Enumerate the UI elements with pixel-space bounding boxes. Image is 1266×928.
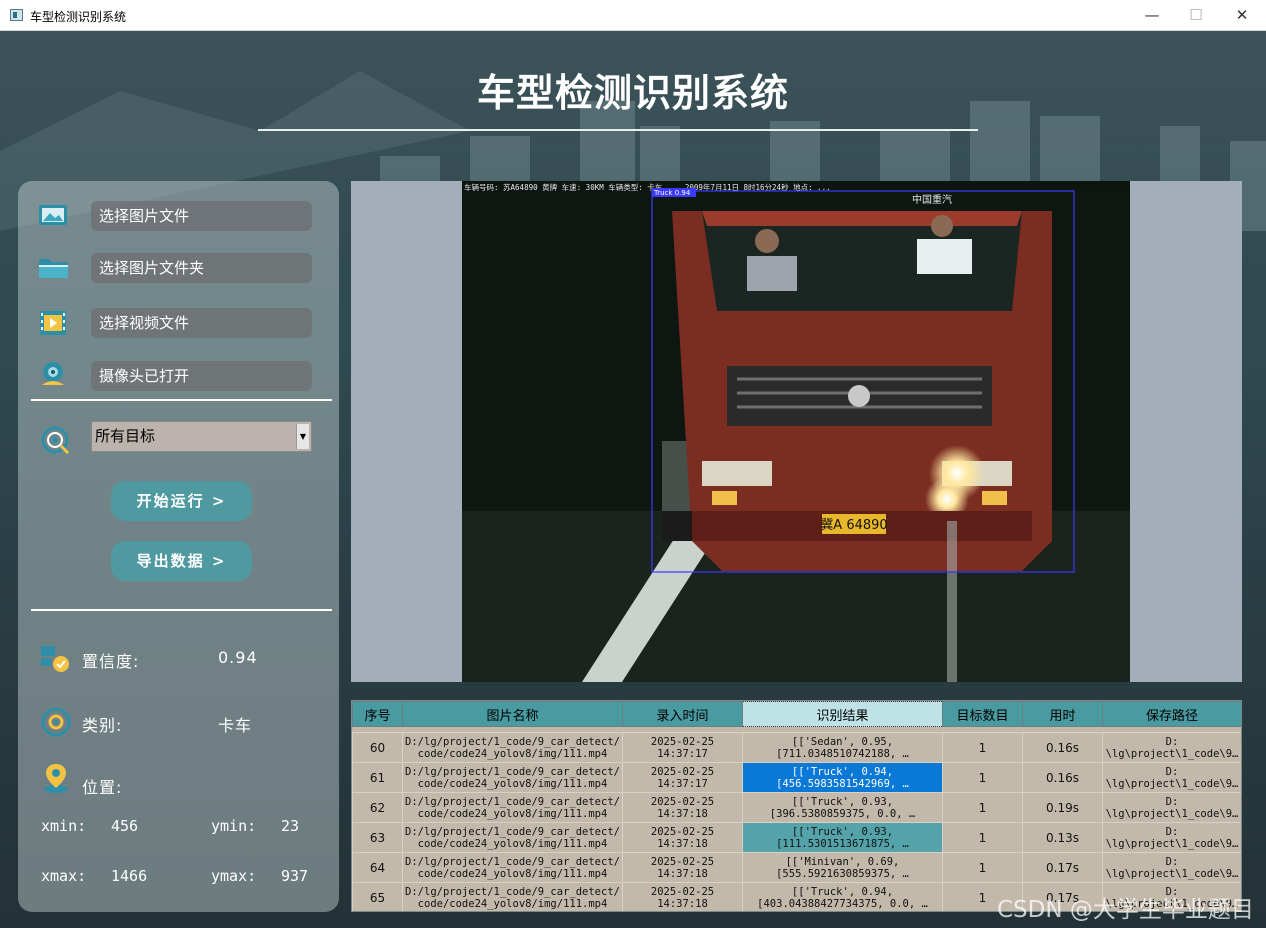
select-folder-button[interactable]: 选择图片文件夹 — [91, 253, 312, 283]
row-save-path: D: \lg\project\1_code\9… — [1102, 792, 1241, 823]
table-row[interactable]: 60 D:/lg/project/1_code/9_car_detect/cod… — [352, 732, 1241, 763]
truck-photo: 冀A 64890 中国重汽 车辆号码: 苏A64890 黄牌 车速: 30KM … — [462, 181, 1130, 682]
row-time: 2025-02-25 14:37:18 — [622, 792, 743, 823]
row-save-path: D: \lg\project\1_code\9… — [1102, 822, 1241, 853]
row-duration: 0.16s — [1022, 762, 1103, 793]
row-time: 2025-02-25 14:37:18 — [622, 822, 743, 853]
col-header-name[interactable]: 图片名称 — [402, 701, 623, 727]
row-image-name: D:/lg/project/1_code/9_car_detect/code/c… — [402, 822, 623, 853]
row-save-path: D: \lg\project\1_code\9… — [1102, 732, 1241, 763]
xmin-value: 456 — [111, 817, 139, 835]
col-header-id[interactable]: 序号 — [352, 701, 403, 727]
table-row[interactable]: 63 D:/lg/project/1_code/9_car_detect/cod… — [352, 822, 1241, 853]
row-duration: 0.16s — [1022, 732, 1103, 763]
row-id: 62 — [352, 792, 403, 823]
license-plate: 冀A 64890 — [820, 517, 887, 533]
row-image-name: D:/lg/project/1_code/9_car_detect/code/c… — [402, 792, 623, 823]
row-count: 1 — [942, 762, 1023, 793]
window-titlebar: 车型检测识别系统 — ☐ ✕ — [0, 0, 1266, 31]
row-image-name: D:/lg/project/1_code/9_car_detect/code/c… — [402, 762, 623, 793]
row-time: 2025-02-25 14:37:17 — [622, 762, 743, 793]
confidence-value: 0.94 — [218, 648, 258, 667]
row-count: 1 — [942, 822, 1023, 853]
xmin-label: xmin: — [41, 817, 87, 835]
folder-icon — [39, 259, 68, 278]
row-image-name: D:/lg/project/1_code/9_car_detect/code/c… — [402, 732, 623, 763]
select-video-button[interactable]: 选择视频文件 — [91, 308, 312, 338]
row-image-name: D:/lg/project/1_code/9_car_detect/code/c… — [402, 882, 623, 911]
video-file-icon — [40, 311, 66, 335]
row-duration: 0.19s — [1022, 792, 1103, 823]
target-icon — [41, 426, 70, 455]
col-header-result[interactable]: 识别结果 — [742, 701, 943, 727]
row-save-path: D: \lg\project\1_code\9… — [1102, 852, 1241, 883]
row-count: 1 — [942, 732, 1023, 763]
xmax-label: xmax: — [41, 867, 87, 885]
watermark-text: CSDN @大学生毕业题目 — [997, 897, 1254, 923]
panel-divider-bottom — [31, 609, 332, 611]
row-result[interactable]: [['Truck', 0.93, [396.5380859375, 0.0, … — [742, 792, 943, 823]
export-data-button[interactable]: 导出数据 > — [111, 541, 252, 581]
row-result[interactable]: [['Truck', 0.93, [111.5301513671875, … — [742, 822, 943, 853]
row-count: 1 — [942, 792, 1023, 823]
minimize-button[interactable]: — — [1129, 0, 1175, 31]
camera-icon — [42, 362, 64, 385]
xmax-value: 1466 — [111, 867, 148, 885]
position-label: 位置: — [82, 778, 123, 797]
panel-divider-top — [31, 399, 332, 401]
table-row[interactable]: 62 D:/lg/project/1_code/9_car_detect/cod… — [352, 792, 1241, 823]
row-count: 1 — [942, 852, 1023, 883]
row-id: 64 — [352, 852, 403, 883]
table-row[interactable]: 61 D:/lg/project/1_code/9_car_detect/cod… — [352, 762, 1241, 793]
row-time: 2025-02-25 14:37:18 — [622, 852, 743, 883]
row-result[interactable]: [['Sedan', 0.95, [711.0348510742188, … — [742, 732, 943, 763]
image-viewer: 冀A 64890 中国重汽 车辆号码: 苏A64890 黄牌 车速: 30KM … — [351, 181, 1242, 682]
ymax-label: ymax: — [211, 867, 257, 885]
chevron-down-icon[interactable]: ▼ — [296, 424, 309, 449]
class-value: 卡车 — [218, 716, 253, 735]
results-table[interactable]: 序号 图片名称 录入时间 识别结果 目标数目 用时 保存路径 60 D:/lg/… — [351, 700, 1242, 912]
confidence-icon — [41, 646, 69, 672]
select-image-button[interactable]: 选择图片文件 — [91, 201, 312, 231]
close-button[interactable]: ✕ — [1219, 0, 1265, 31]
col-header-count[interactable]: 目标数目 — [942, 701, 1023, 727]
row-result[interactable]: [['Minivan', 0.69, [555.5921630859375, … — [742, 852, 943, 883]
page-title: 车型检测识别系统 — [476, 71, 789, 115]
col-header-save-path[interactable]: 保存路径 — [1102, 701, 1241, 727]
confidence-label: 置信度: — [82, 652, 140, 671]
row-save-path: D: \lg\project\1_code\9… — [1102, 762, 1241, 793]
row-duration: 0.13s — [1022, 822, 1103, 853]
image-file-icon — [39, 205, 67, 225]
detection-label: Truck 0.94 — [653, 189, 691, 197]
row-result[interactable]: [['Truck', 0.94, [403.04388427734375, 0.0… — [742, 882, 943, 911]
class-label: 类别: — [82, 716, 123, 735]
detection-image: 冀A 64890 中国重汽 车辆号码: 苏A64890 黄牌 车速: 30KM … — [462, 181, 1130, 682]
window-title: 车型检测识别系统 — [30, 10, 127, 24]
camera-toggle-button[interactable]: 摄像头已打开 — [91, 361, 312, 391]
row-id: 60 — [352, 732, 403, 763]
row-id: 63 — [352, 822, 403, 853]
location-pin-icon — [44, 764, 68, 793]
row-id: 65 — [352, 882, 403, 911]
row-duration: 0.17s — [1022, 852, 1103, 883]
app-icon — [10, 9, 23, 21]
target-select-value: 所有目标 — [95, 427, 156, 445]
row-result[interactable]: [['Truck', 0.94, [456.5983581542969, … — [742, 762, 943, 793]
row-time: 2025-02-25 14:37:17 — [622, 732, 743, 763]
row-id: 61 — [352, 762, 403, 793]
start-run-button[interactable]: 开始运行 > — [111, 481, 252, 521]
col-header-duration[interactable]: 用时 — [1022, 701, 1103, 727]
table-row[interactable]: 64 D:/lg/project/1_code/9_car_detect/cod… — [352, 852, 1241, 883]
row-time: 2025-02-25 14:37:18 — [622, 882, 743, 911]
title-underline — [258, 129, 978, 131]
ymin-label: ymin: — [211, 817, 257, 835]
class-icon — [41, 707, 71, 737]
target-select[interactable]: 所有目标 ▼ — [91, 421, 312, 452]
col-header-time[interactable]: 录入时间 — [622, 701, 743, 727]
cab-brand-text: 中国重汽 — [912, 193, 952, 206]
row-image-name: D:/lg/project/1_code/9_car_detect/code/c… — [402, 852, 623, 883]
maximize-button[interactable]: ☐ — [1173, 0, 1219, 31]
ymin-value: 23 — [281, 817, 300, 835]
ymax-value: 937 — [281, 867, 309, 885]
